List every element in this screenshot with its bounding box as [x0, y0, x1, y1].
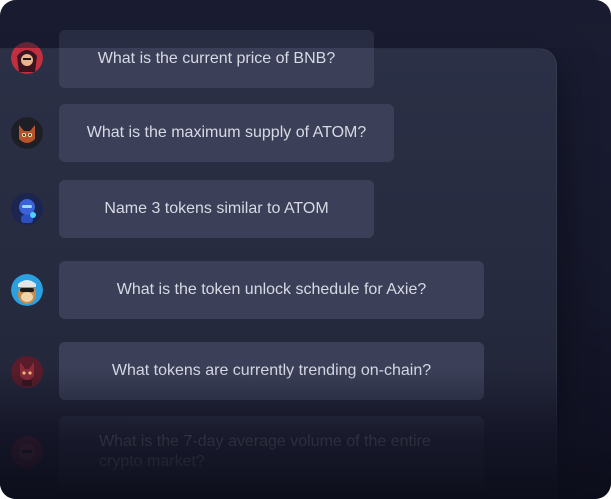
- message-text: What is the maximum supply of ATOM?: [86, 124, 367, 141]
- message-bubble[interactable]: Name 3 tokens similar to ATOM: [59, 180, 374, 238]
- red-hooded-character-avatar: [11, 42, 43, 74]
- ape-character-avatar: [11, 274, 43, 306]
- message-text: What is the token unlock schedule for Ax…: [116, 281, 427, 298]
- message-bubble[interactable]: What tokens are currently trending on-ch…: [59, 342, 484, 400]
- message-text: What tokens are currently trending on-ch…: [111, 362, 432, 379]
- message-bubble[interactable]: What is the current price of BNB?: [59, 30, 374, 88]
- message-text: What is the 7-day average volume of the …: [99, 433, 431, 470]
- message-bubble[interactable]: What is the token unlock schedule for Ax…: [59, 261, 484, 319]
- message-bubble[interactable]: What is the 7-day average volume of the …: [59, 416, 484, 492]
- app-frame: What is the current price of BNB? What i…: [0, 0, 611, 499]
- message-bubble[interactable]: What is the maximum supply of ATOM?: [59, 104, 394, 162]
- fox-warrior-avatar: [11, 356, 43, 388]
- red-character-avatar: [11, 436, 43, 468]
- fox-character-avatar: [11, 117, 43, 149]
- message-text: Name 3 tokens similar to ATOM: [104, 200, 329, 217]
- blue-robot-avatar: [11, 193, 43, 225]
- message-text: What is the current price of BNB?: [97, 50, 336, 67]
